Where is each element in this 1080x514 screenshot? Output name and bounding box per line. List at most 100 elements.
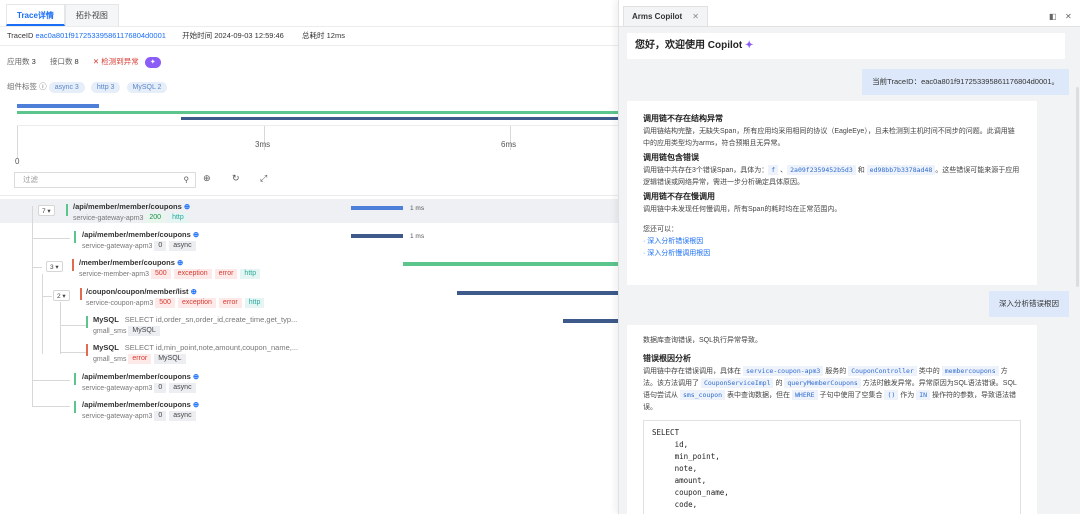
start-time-value: 2024-09-03 12:59:46 bbox=[214, 31, 284, 40]
scrollbar[interactable] bbox=[1076, 87, 1079, 287]
divider bbox=[0, 45, 620, 46]
tag-error: error bbox=[218, 298, 242, 308]
paragraph: 调用链中存在错误调用，具体在 service-coupon-apm3 服务的 C… bbox=[643, 366, 1017, 411]
divider bbox=[0, 26, 620, 27]
help-icon: ⓘ bbox=[39, 82, 47, 91]
search-icon[interactable]: ⚲ bbox=[184, 173, 190, 187]
user-message: 深入分析错误根因 bbox=[989, 291, 1069, 317]
start-time-label: 开始时间 bbox=[182, 31, 213, 40]
traceid-value[interactable]: eac0a801f917253395861176804d0001 bbox=[36, 31, 166, 40]
sparkle-icon: ✦ bbox=[745, 40, 754, 51]
span-service: service-gateway-apm3 200 http bbox=[73, 213, 191, 223]
span-status-bar bbox=[80, 288, 82, 300]
span-name[interactable]: MySQL SELECT id,min_point,note,amount,co… bbox=[93, 343, 298, 352]
section-heading: 错误根因分析 bbox=[643, 354, 691, 363]
refresh-icon[interactable]: ↻ bbox=[232, 173, 240, 184]
span-status-bar bbox=[86, 316, 88, 328]
tree-branch bbox=[32, 238, 70, 239]
apps-label: 应用数 bbox=[7, 57, 30, 66]
tree-line-root bbox=[32, 206, 33, 406]
span-name[interactable]: /member/member/coupons ⊕ bbox=[79, 258, 183, 267]
span-bar-2 bbox=[403, 262, 620, 266]
suggestion-label: 您还可以： bbox=[643, 226, 678, 233]
dock-icon[interactable]: ◧ bbox=[1049, 12, 1057, 21]
span-name[interactable]: /api/member/member/coupons ⊕ bbox=[82, 230, 199, 239]
span-name[interactable]: /api/member/member/coupons ⊕ bbox=[73, 202, 190, 211]
chat-area: 您好，欢迎使用 Copilot ✦ 当前TraceID：eac0a801f917… bbox=[619, 26, 1080, 514]
assistant-reply-2: 数据库查询错误，SQL执行异常导致。 错误根因分析 调用链中存在错误调用，具体在… bbox=[627, 325, 1037, 514]
tag-status-code: 500 bbox=[155, 298, 175, 308]
chip-async[interactable]: async 3 bbox=[48, 82, 85, 93]
zoom-icon: ⊕ bbox=[192, 230, 200, 239]
copilot-tab-title: Arms Copilot bbox=[632, 12, 683, 21]
tag-status-code: 0 bbox=[154, 411, 167, 421]
span-service: service-coupon-apm3 500 exception error htt… bbox=[86, 298, 267, 308]
span-status-bar bbox=[74, 231, 76, 243]
component-tags-label: 组件标签 bbox=[7, 82, 37, 91]
filter-placeholder: 过滤 bbox=[23, 175, 38, 184]
expand-icon[interactable]: ⤢ bbox=[260, 173, 267, 184]
apps-count: 3 bbox=[31, 57, 36, 66]
tree-line-member bbox=[42, 274, 43, 354]
paragraph: 调用链中共存在3个错误Span，具体为： f 、 2a09f2359452b5d3 … bbox=[643, 165, 1020, 186]
span-child-count[interactable]: 3 ▾ bbox=[46, 261, 63, 272]
span-child-count[interactable]: 7 ▾ bbox=[38, 205, 55, 216]
link-slow-root-cause[interactable]: · 深入分析慢调用根因 bbox=[643, 248, 1021, 260]
anomaly-label[interactable]: 检测到异常 bbox=[101, 57, 139, 66]
close-icon[interactable]: ✕ bbox=[692, 12, 699, 21]
welcome-message: 您好，欢迎使用 Copilot ✦ bbox=[627, 33, 1065, 59]
locate-icon[interactable]: ⊕ bbox=[203, 173, 211, 184]
tick-6ms: 6ms bbox=[501, 140, 517, 149]
chip-http[interactable]: http 3 bbox=[90, 82, 121, 93]
overview-divider bbox=[17, 125, 620, 126]
span-bar-3 bbox=[457, 291, 620, 295]
trace-info: TraceID eac0a801f917253395861176804d0001… bbox=[7, 30, 345, 41]
span-duration: 1 ms bbox=[410, 233, 425, 240]
anomaly-x-icon: ✕ bbox=[92, 57, 100, 66]
divider bbox=[0, 195, 620, 196]
tag-protocol: http bbox=[168, 213, 188, 223]
tag-status-code: 200 bbox=[145, 213, 166, 223]
span-status-bar bbox=[66, 204, 68, 216]
span-service: gmall_sms MySQL bbox=[93, 326, 163, 336]
span-status-bar bbox=[72, 259, 74, 271]
filter-input[interactable]: 过滤 ⚲ bbox=[14, 172, 196, 188]
span-service: service-member-apm3 500 exception error htt… bbox=[79, 269, 263, 279]
overview-bar-member bbox=[17, 111, 620, 114]
tag-db: MySQL bbox=[154, 354, 186, 364]
section-heading: 调用链包含错误 bbox=[643, 153, 699, 162]
chip-mysql[interactable]: MySQL 2 bbox=[126, 82, 168, 93]
component-tags: 组件标签 ⓘ async 3 http 3 MySQL 2 bbox=[7, 81, 171, 93]
tree-branch bbox=[42, 296, 52, 297]
trace-stats: 应用数 3 接口数 8 ✕ 检测到异常 ✦ bbox=[7, 56, 165, 68]
span-name[interactable]: /api/member/member/coupons ⊕ bbox=[82, 372, 199, 381]
span-child-count[interactable]: 2 ▾ bbox=[53, 290, 70, 301]
tree-branch bbox=[60, 325, 86, 326]
tag-status-code: 0 bbox=[154, 383, 167, 393]
span-duration: 1 ms bbox=[410, 205, 425, 212]
span-name[interactable]: /coupon/coupon/member/list ⊕ bbox=[86, 287, 197, 296]
tree-branch bbox=[32, 380, 70, 381]
close-panel-icon[interactable]: ✕ bbox=[1065, 12, 1072, 21]
zoom-icon: ⊕ bbox=[192, 372, 200, 381]
copilot-tab[interactable]: Arms Copilot ✕ bbox=[623, 6, 708, 26]
ai-sparkle-icon[interactable]: ✦ bbox=[144, 57, 161, 68]
span-sql: SELECT id,order_sn,order_id,create_time,… bbox=[124, 315, 298, 324]
tick-3ms: 3ms bbox=[255, 140, 271, 149]
tab-trace-detail[interactable]: Trace详情 bbox=[6, 4, 65, 26]
sql-code-block: SELECT id, min_point, note, amount, coup… bbox=[643, 420, 1021, 514]
span-name[interactable]: MySQL SELECT id,order_sn,order_id,create… bbox=[93, 315, 297, 324]
ports-count: 8 bbox=[74, 57, 79, 66]
section-heading: 调用链不存在慢调用 bbox=[643, 192, 715, 201]
overview-bar-coupon bbox=[181, 117, 620, 120]
span-bar-1 bbox=[351, 234, 403, 238]
tab-topology[interactable]: 拓扑视图 bbox=[64, 4, 119, 26]
tag-protocol: async bbox=[169, 411, 196, 421]
zoom-icon: ⊕ bbox=[176, 258, 184, 267]
span-service: service-gateway-apm3 0 async bbox=[82, 241, 199, 251]
span-name[interactable]: /api/member/member/coupons ⊕ bbox=[82, 400, 199, 409]
tag-exception: exception bbox=[173, 269, 212, 279]
link-error-root-cause[interactable]: · 深入分析错误根因 bbox=[643, 236, 1021, 248]
paragraph: 数据库查询错误，SQL执行异常导致。 bbox=[643, 337, 763, 344]
copilot-header: Arms Copilot ✕ ◧ ✕ bbox=[619, 6, 1080, 26]
